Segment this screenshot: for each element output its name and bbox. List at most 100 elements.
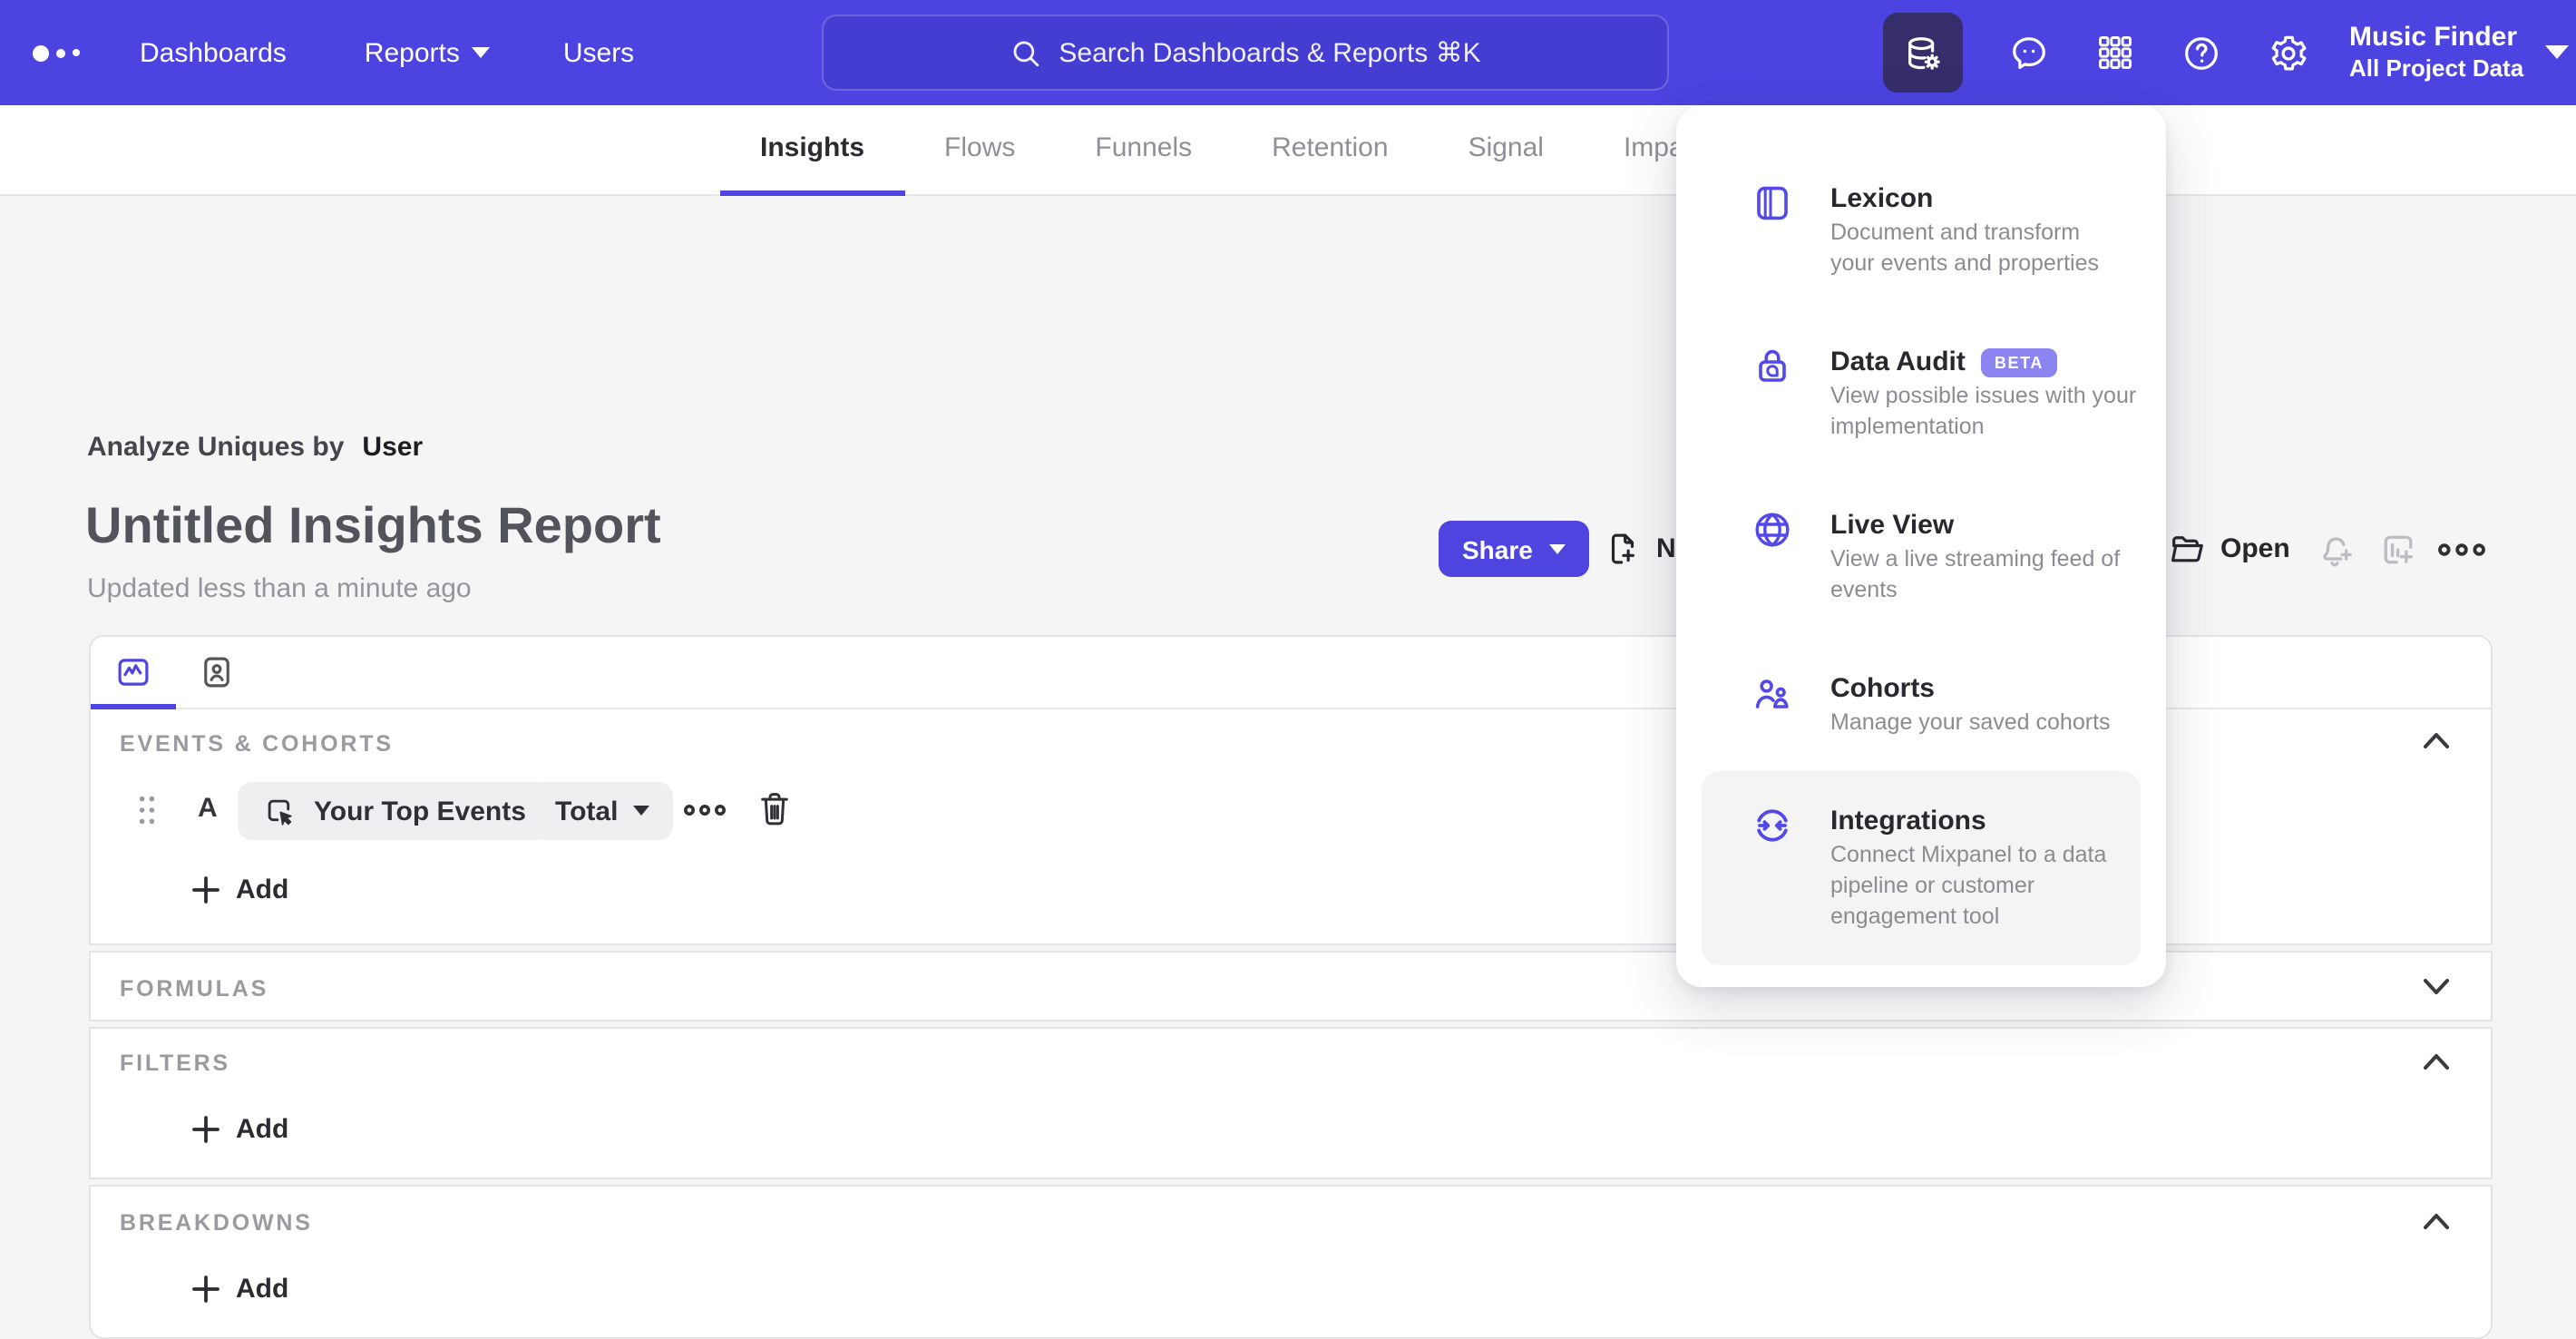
report-tabs: Insights Flows Funnels Retention Signal … xyxy=(720,105,1745,196)
share-label: Share xyxy=(1462,534,1533,563)
menu-item-desc: View a live streaming feed of events xyxy=(1830,546,2121,602)
section-header-formulas: FORMULAS xyxy=(120,976,269,1002)
nav-item-reports[interactable]: Reports xyxy=(365,37,491,68)
tab-flows[interactable]: Flows xyxy=(904,105,1055,196)
caret-down-icon xyxy=(472,46,491,57)
search-input[interactable]: Search Dashboards & Reports ⌘K xyxy=(822,15,1669,91)
menu-item-desc: Document and transform your events and p… xyxy=(1830,220,2100,276)
updated-timestamp: Updated less than a minute ago xyxy=(87,573,472,604)
menu-item-text: Live View View a live streaming feed of … xyxy=(1830,508,2193,606)
chevron-up-icon[interactable] xyxy=(2422,1212,2451,1230)
menu-item-text: Data Audit BETA View possible issues wit… xyxy=(1830,345,2193,443)
lexicon-icon xyxy=(1757,186,1788,220)
menu-item-live-view[interactable]: Live View View a live streaming feed of … xyxy=(1676,475,2166,639)
menu-item-lexicon[interactable]: Lexicon Document and transform your even… xyxy=(1676,149,2166,312)
analyze-label: Analyze Uniques by xyxy=(87,432,345,463)
menu-item-desc: Connect Mixpanel to a data pipeline or c… xyxy=(1830,842,2107,929)
project-name: Music Finder xyxy=(2349,21,2518,52)
chevron-up-icon[interactable] xyxy=(2422,1052,2451,1070)
add-label: Add xyxy=(236,875,289,905)
search-icon xyxy=(1012,40,1039,66)
menu-item-title: Lexicon xyxy=(1830,183,1934,214)
document-plus-icon xyxy=(1611,533,1634,564)
mixpanel-logo-icon[interactable] xyxy=(33,44,80,61)
section-header-breakdowns: BREAKDOWNS xyxy=(120,1210,313,1236)
menu-item-integrations[interactable]: Integrations Connect Mixpanel to a data … xyxy=(1702,771,2141,965)
chevron-down-icon[interactable] xyxy=(2422,978,2451,996)
chat-bubble-icon xyxy=(2013,36,2045,68)
active-view-underline xyxy=(91,704,176,709)
add-label: Add xyxy=(236,1274,289,1305)
analyze-value-dropdown[interactable]: User xyxy=(362,432,423,463)
menu-item-title: Data Audit xyxy=(1830,347,1966,377)
nav-item-label: Dashboards xyxy=(140,37,287,68)
data-management-menu: Lexicon Document and transform your even… xyxy=(1676,105,2166,987)
globe-icon xyxy=(1755,513,1790,547)
add-label: Add xyxy=(236,1114,289,1145)
delete-row-button[interactable] xyxy=(756,789,793,829)
add-breakdown-button[interactable]: Add xyxy=(192,1274,288,1305)
data-management-button[interactable] xyxy=(1883,13,1963,93)
top-nav: Dashboards Reports Users Search Dashboar… xyxy=(0,0,2576,105)
database-gear-icon xyxy=(1908,36,1939,69)
project-scope: All Project Data xyxy=(2349,54,2524,83)
plus-icon xyxy=(192,1275,220,1303)
menu-item-desc: Manage your saved cohorts xyxy=(1830,709,2111,735)
chevron-up-icon[interactable] xyxy=(2422,731,2451,749)
board-add-icon[interactable] xyxy=(2378,530,2418,570)
help-icon xyxy=(2185,36,2218,69)
more-options-button[interactable] xyxy=(2438,539,2485,561)
plus-icon xyxy=(192,876,220,904)
open-label: Open xyxy=(2220,533,2290,564)
menu-item-text: Lexicon Document and transform your even… xyxy=(1830,181,2193,279)
add-event-button[interactable]: Add xyxy=(192,875,288,905)
project-selector[interactable]: Music Finder All Project Data xyxy=(2349,21,2523,84)
filters-card: FILTERS Add xyxy=(89,1027,2493,1179)
help-button[interactable] xyxy=(2181,32,2222,73)
row-more-button[interactable] xyxy=(684,800,726,820)
data-audit-icon xyxy=(1759,349,1786,382)
apps-button[interactable] xyxy=(2095,33,2135,73)
feedback-button[interactable] xyxy=(2008,32,2050,73)
nav-right-group: Music Finder All Project Data xyxy=(1883,0,2570,105)
metric-selector[interactable]: Total xyxy=(532,782,673,840)
share-button[interactable]: Share xyxy=(1439,521,1589,577)
series-letter: A xyxy=(198,793,218,824)
caret-down-icon xyxy=(632,806,649,816)
analyze-row: Analyze Uniques by User xyxy=(87,432,423,463)
events-view-tab-icon[interactable] xyxy=(114,653,152,691)
nav-item-label: Reports xyxy=(364,37,460,68)
tab-insights[interactable]: Insights xyxy=(720,105,905,196)
beta-badge: BETA xyxy=(1981,348,2056,377)
menu-item-title: Integrations xyxy=(1830,806,1986,836)
plus-icon xyxy=(192,1116,220,1143)
users-view-tab-icon[interactable] xyxy=(198,653,236,691)
gear-icon xyxy=(2271,34,2307,70)
page: Dashboards Reports Users Search Dashboar… xyxy=(0,0,2576,1339)
section-header-filters: FILTERS xyxy=(120,1051,230,1076)
tab-funnels[interactable]: Funnels xyxy=(1055,105,1232,196)
tab-retention[interactable]: Retention xyxy=(1232,105,1428,196)
integrations-icon xyxy=(1757,809,1788,842)
menu-item-data-audit[interactable]: Data Audit BETA View possible issues wit… xyxy=(1676,312,2166,475)
alert-add-icon[interactable] xyxy=(2317,530,2356,570)
settings-button[interactable] xyxy=(2268,32,2309,73)
chevron-down-icon xyxy=(2545,45,2570,59)
metric-name: Total xyxy=(555,796,619,826)
menu-item-text: Cohorts Manage your saved cohorts xyxy=(1830,671,2193,738)
menu-item-title: Cohorts xyxy=(1830,673,1935,704)
breakdowns-card: BREAKDOWNS Add xyxy=(89,1185,2493,1339)
menu-item-cohorts[interactable]: Cohorts Manage your saved cohorts xyxy=(1676,639,2166,771)
tab-signal[interactable]: Signal xyxy=(1429,105,1584,196)
nav-item-dashboards[interactable]: Dashboards xyxy=(140,37,287,68)
event-selector[interactable]: Your Top Events xyxy=(238,782,551,840)
cursor-click-icon xyxy=(268,798,292,825)
nav-item-users[interactable]: Users xyxy=(563,37,634,68)
add-filter-button[interactable]: Add xyxy=(192,1114,288,1145)
drag-handle[interactable] xyxy=(138,795,156,826)
search-placeholder: Search Dashboards & Reports ⌘K xyxy=(1059,38,1481,69)
section-header-events: EVENTS & COHORTS xyxy=(120,731,394,757)
cohorts-icon xyxy=(1755,679,1789,709)
page-title: Untitled Insights Report xyxy=(85,497,661,553)
event-name: Your Top Events xyxy=(314,796,526,826)
